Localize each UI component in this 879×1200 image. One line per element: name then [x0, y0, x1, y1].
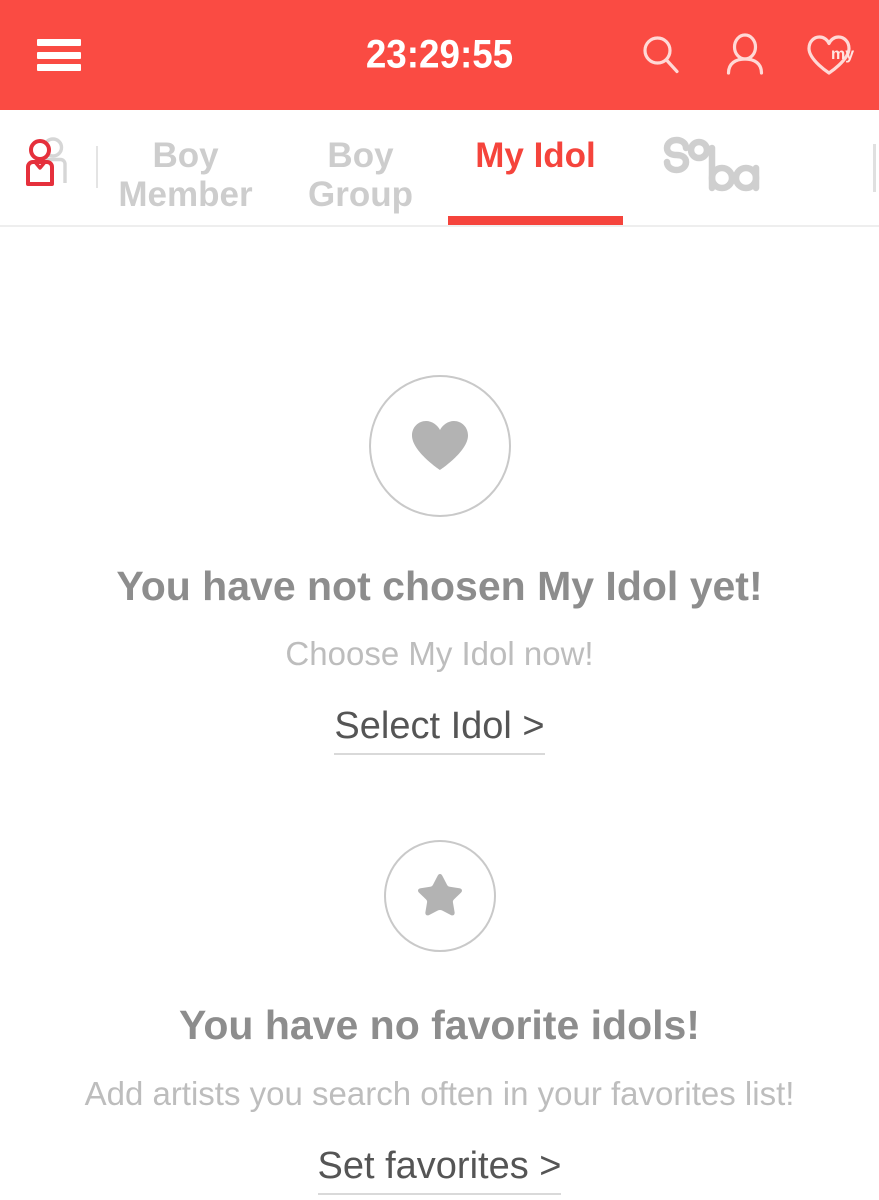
- my-idol-empty-title: You have not chosen My Idol yet!: [116, 563, 763, 609]
- search-icon[interactable]: [633, 27, 689, 83]
- favorites-icon-wrap: [0, 755, 879, 952]
- select-idol-link-wrap: Select Idol >: [0, 673, 879, 755]
- my-heart-icon[interactable]: my: [801, 27, 857, 83]
- my-idol-empty-subtitle-wrap: Choose My Idol now!: [0, 610, 879, 673]
- tab-active-indicator: [448, 216, 623, 225]
- my-idol-icon-wrap: [0, 227, 879, 517]
- select-idol-button[interactable]: Select Idol >: [334, 705, 545, 755]
- star-icon: [383, 840, 496, 952]
- set-favorites-link-wrap: Set favorites >: [0, 1113, 879, 1195]
- favorites-empty-title-wrap: You have no favorite idols!: [0, 952, 879, 1049]
- tab-bar-right-divider: [873, 144, 876, 192]
- heart-icon: [368, 375, 511, 517]
- favorites-empty-subtitle-wrap: Add artists you search often in your fav…: [0, 1049, 879, 1113]
- user-profile-icon[interactable]: [717, 27, 773, 83]
- tab-label: My Idol: [475, 136, 596, 175]
- tab-boy-group[interactable]: Boy Group: [273, 110, 448, 225]
- soba-logo-icon: [656, 136, 766, 198]
- my-idol-empty-subtitle: Choose My Idol now!: [285, 635, 594, 672]
- favorites-empty-title: You have no favorite idols!: [179, 1002, 700, 1048]
- set-favorites-button[interactable]: Set favorites >: [317, 1145, 562, 1195]
- favorites-empty-state: You have no favorite idols! Add artists …: [0, 755, 879, 1195]
- main-content: You have not chosen My Idol yet! Choose …: [0, 227, 879, 1198]
- my-idol-empty-state: You have not chosen My Idol yet! Choose …: [0, 227, 879, 755]
- tab-soba[interactable]: [623, 110, 798, 225]
- favorites-empty-subtitle: Add artists you search often in your fav…: [84, 1075, 795, 1112]
- my-heart-label: my: [831, 46, 854, 63]
- header-actions: my: [633, 27, 857, 83]
- tab-bar: Boy Member Boy Group My Idol: [0, 110, 879, 227]
- tab-boy-member[interactable]: Boy Member: [98, 110, 273, 225]
- tab-label: Boy Member: [118, 136, 253, 215]
- two-people-icon[interactable]: [0, 110, 96, 225]
- my-idol-empty-title-wrap: You have not chosen My Idol yet!: [0, 517, 879, 610]
- tab-my-idol[interactable]: My Idol: [448, 110, 623, 225]
- app-header: 23:29:55 my: [0, 0, 879, 110]
- tab-label: Boy Group: [308, 136, 413, 215]
